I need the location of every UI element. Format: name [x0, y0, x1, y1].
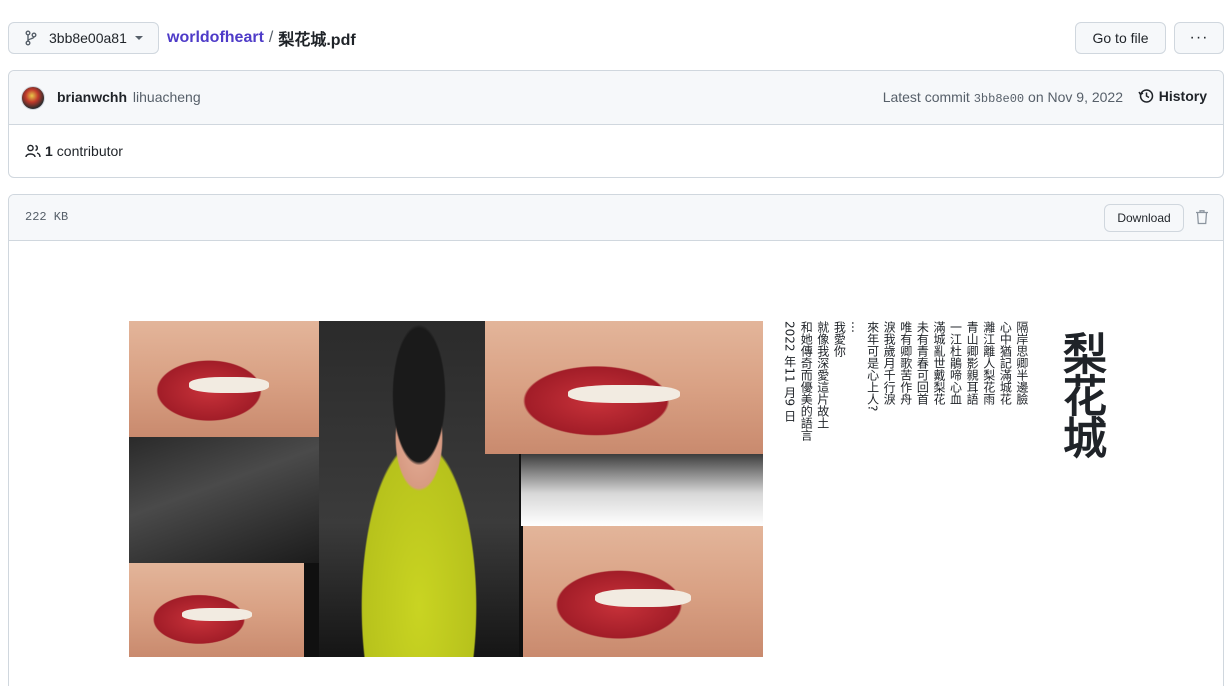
history-label: History — [1158, 88, 1207, 104]
poem-line: 就像我深愛這片故土 — [815, 321, 830, 429]
latest-commit-header: brianwchh lihuacheng Latest commit 3bb8e… — [9, 71, 1223, 125]
poem-line: 青山卿影親耳語 — [965, 321, 980, 405]
branch-name: 3bb8e00a81 — [49, 30, 127, 46]
file-header-bar: 3bb8e00a81 worldofheart / 梨花城.pdf Go to … — [8, 22, 1224, 54]
breadcrumb: worldofheart / 梨花城.pdf — [167, 22, 356, 54]
breadcrumb-separator: / — [268, 29, 274, 46]
poem-line: 我愛你 — [832, 321, 847, 357]
file-viewer-header: 222 KB Download — [9, 195, 1223, 241]
poem-line: 一江杜鵑啼心血 — [948, 321, 963, 405]
file-viewer: 222 KB Download 隔岸思卿半邊臉 心中猶記滿城花 灕江離人梨花雨 … — [8, 194, 1224, 686]
history-icon — [1138, 88, 1154, 104]
studio-image-left — [129, 437, 329, 563]
file-size: 222 KB — [25, 210, 69, 224]
poem-line: 心中猶記滿城花 — [998, 321, 1013, 405]
download-button[interactable]: Download — [1104, 204, 1184, 232]
poem-title: 梨花城 — [1055, 331, 1106, 457]
pdf-preview[interactable]: 隔岸思卿半邊臉 心中猶記滿城花 灕江離人梨花雨 青山卿影親耳語 一江杜鵑啼心血 … — [9, 241, 1223, 686]
contributor-label: contributor — [56, 143, 123, 159]
avatar[interactable] — [21, 86, 45, 110]
collage-image — [129, 321, 763, 657]
commit-info-box: brianwchh lihuacheng Latest commit 3bb8e… — [8, 70, 1224, 178]
contributors-row[interactable]: 1 contributor — [25, 143, 123, 159]
chevron-down-icon — [134, 36, 143, 40]
latest-commit-info: Latest commit 3bb8e00 on Nov 9, 2022 — [883, 89, 1123, 106]
lips-image-top-left — [129, 321, 329, 437]
people-icon — [25, 143, 41, 159]
go-to-file-button[interactable]: Go to file — [1075, 22, 1166, 54]
poem-line: 和她傳奇而優美的語言 — [799, 321, 814, 441]
poem-line: 2022 年11 月9 日 — [782, 321, 797, 422]
file-name: 梨花城.pdf — [278, 32, 356, 49]
lips-image-top-right — [485, 321, 763, 454]
more-options-button[interactable]: ··· — [1174, 22, 1224, 54]
poem-line: 未有青春可回首 — [915, 321, 930, 405]
poem-line: 淚我歲月千行淚 — [882, 321, 897, 405]
trash-icon[interactable] — [1195, 209, 1209, 225]
poem-line: 唯有卿歌苦作舟 — [898, 321, 913, 405]
git-branch-icon — [25, 30, 39, 46]
coauthor-link[interactable]: lihuacheng — [133, 89, 201, 105]
studio-image-right — [521, 454, 763, 526]
lips-image-bottom-left — [129, 563, 304, 657]
poem-text: 隔岸思卿半邊臉 心中猶記滿城花 灕江離人梨花雨 青山卿影親耳語 一江杜鵑啼心血 … — [781, 321, 1030, 521]
poem-line: 來年可是心上人? — [865, 321, 880, 412]
branch-selector-button[interactable]: 3bb8e00a81 — [8, 22, 159, 54]
commit-sha-link[interactable]: 3bb8e00 — [974, 92, 1024, 106]
poem-line: 滿城亂世戴梨花 — [931, 321, 946, 405]
history-link[interactable]: History — [1138, 88, 1207, 104]
poem-line: 灕江離人梨花雨 — [981, 321, 996, 405]
author-link[interactable]: brianwchh — [57, 89, 127, 105]
poem-line: 隔岸思卿半邊臉 — [1014, 321, 1029, 405]
lips-image-bottom-right — [523, 526, 763, 657]
contributor-count: 1 — [45, 143, 53, 159]
latest-commit-label: Latest commit — [882, 89, 970, 105]
poem-line: … — [848, 321, 863, 333]
commit-date: on Nov 9, 2022 — [1028, 89, 1123, 105]
commit-authors: brianwchh lihuacheng — [57, 89, 201, 105]
repo-link[interactable]: worldofheart — [167, 29, 264, 47]
